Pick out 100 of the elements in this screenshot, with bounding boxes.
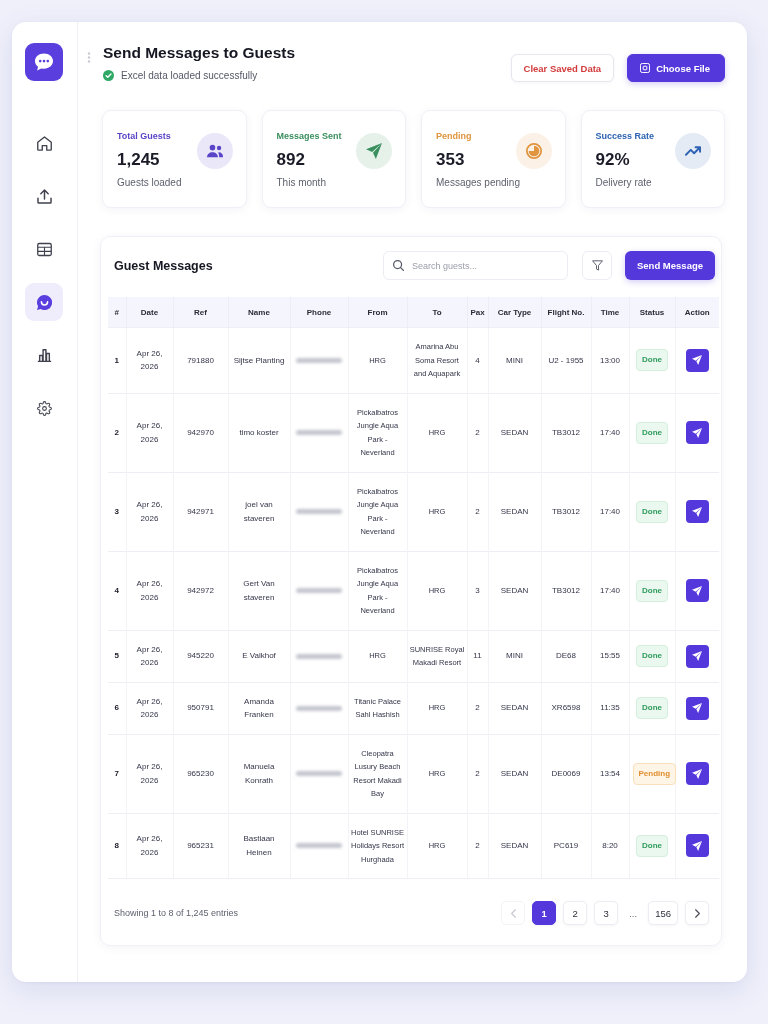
page-button[interactable]: 156 [648, 901, 678, 925]
column-header: Flight No. [541, 297, 591, 328]
table-cell: 4 [467, 327, 488, 393]
users-icon [196, 133, 233, 169]
send-message-button[interactable]: Send Message [625, 251, 715, 280]
status-message: Excel data loaded successfully [121, 69, 258, 82]
table-cell: Amanda Franken [228, 682, 290, 734]
send-button[interactable] [685, 696, 709, 720]
column-header: Phone [290, 297, 348, 328]
table-cell: 2 [467, 813, 488, 879]
search-icon [393, 260, 404, 271]
send-button[interactable] [685, 421, 709, 444]
status-badge: Done [636, 645, 668, 667]
table-cell: Apr 26, 2026 [126, 682, 173, 734]
nav-button[interactable] [25, 283, 63, 321]
stat-value: 892 [276, 149, 306, 171]
page-button[interactable]: 1 [532, 901, 557, 925]
table-cell: DE0069 [541, 734, 591, 813]
table-cell: timo koster [228, 393, 290, 472]
table-cell: MINI [488, 630, 541, 682]
table-cell: Apr 26, 2026 [126, 472, 173, 551]
table-cell: MINI [488, 327, 541, 393]
table-cell: TB3012 [541, 551, 591, 630]
trending-up-icon [675, 133, 711, 169]
send-button[interactable] [685, 834, 709, 858]
page-button[interactable]: 2 [563, 901, 588, 925]
table-cell: 11 [467, 630, 488, 682]
table-cell: U2 - 1955 [541, 327, 591, 393]
clear-data-button[interactable]: Clear Saved Data [510, 54, 615, 82]
table-cell: 15:55 [591, 630, 629, 682]
table-cell: 13:54 [591, 734, 629, 813]
check-circle-icon [103, 70, 114, 81]
table-cell: 1 [108, 327, 126, 393]
stat-note: Guests loaded [117, 176, 183, 190]
table-cell: SEDAN [488, 472, 541, 551]
send-button[interactable] [685, 579, 709, 602]
table-cell: Apr 26, 2026 [126, 327, 173, 393]
table-icon [36, 241, 52, 257]
column-header: From [348, 297, 407, 328]
table-cell: Apr 26, 2026 [126, 551, 173, 630]
send-button[interactable] [685, 500, 709, 523]
column-header: Pax [467, 297, 488, 328]
column-header: # [108, 297, 126, 328]
column-header: Status [629, 297, 675, 328]
table-cell: XR6598 [541, 682, 591, 734]
table-cell: 791880 [173, 327, 228, 393]
frame-icon [640, 63, 651, 73]
table-cell: SEDAN [488, 813, 541, 879]
upload-icon [36, 188, 52, 204]
table-cell: SEDAN [488, 682, 541, 734]
table-cell: SEDAN [488, 551, 541, 630]
table-cell: 17:40 [591, 551, 629, 630]
chat-icon [36, 294, 52, 310]
stat-label: Success Rate [595, 130, 655, 143]
table-cell: 945220 [173, 630, 228, 682]
paper-plane-icon [692, 585, 703, 596]
stat-label: Messages Sent [276, 130, 342, 143]
column-header: Action [675, 297, 719, 328]
stat-note: Messages pending [436, 176, 521, 190]
table-cell: 965230 [173, 734, 228, 813]
table-cell: 13:00 [591, 327, 629, 393]
chevron-left-icon [510, 908, 516, 918]
next-page-button[interactable] [685, 901, 709, 925]
status-badge: Pending [632, 762, 677, 785]
table-cell: 3 [467, 551, 488, 630]
page-button[interactable]: 3 [594, 901, 619, 925]
table-cell: 942971 [173, 472, 228, 551]
choose-file-button[interactable]: Choose File [627, 54, 725, 82]
column-header: Time [591, 297, 629, 328]
table-cell: TB3012 [541, 472, 591, 551]
stat-label: Pending [436, 130, 472, 143]
table-cell: 11:35 [591, 682, 629, 734]
table-cell: 17:40 [591, 472, 629, 551]
table-cell: 2 [108, 393, 126, 472]
settings-icon [36, 400, 52, 416]
table-cell: Apr 26, 2026 [126, 734, 173, 813]
search-field[interactable]: Search guests... [383, 251, 568, 280]
table-cell: DE68 [541, 630, 591, 682]
paper-plane-icon [356, 133, 392, 169]
table-cell: Apr 26, 2026 [126, 393, 173, 472]
stat-note: This month [276, 176, 327, 190]
send-button[interactable] [685, 348, 709, 372]
filter-button[interactable] [582, 251, 612, 280]
chat-logo-icon [25, 43, 63, 81]
send-button[interactable] [685, 762, 709, 785]
table-cell: SEDAN [488, 734, 541, 813]
table-cell: 17:40 [591, 393, 629, 472]
stat-value: 92% [595, 149, 631, 171]
bar-chart-icon [36, 347, 52, 363]
table-cell: PC619 [541, 813, 591, 879]
send-button[interactable] [685, 644, 709, 668]
column-header: Car Type [488, 297, 541, 328]
table-cell: 8 [108, 813, 126, 879]
pagination-summary: Showing 1 to 8 of 1,245 entries [114, 908, 239, 918]
column-header: Date [126, 297, 173, 328]
filter-icon [591, 260, 603, 271]
paper-plane-icon [692, 768, 703, 779]
status-badge: Done [636, 349, 668, 372]
column-header: Ref [173, 297, 228, 328]
paper-plane-icon [692, 840, 703, 851]
